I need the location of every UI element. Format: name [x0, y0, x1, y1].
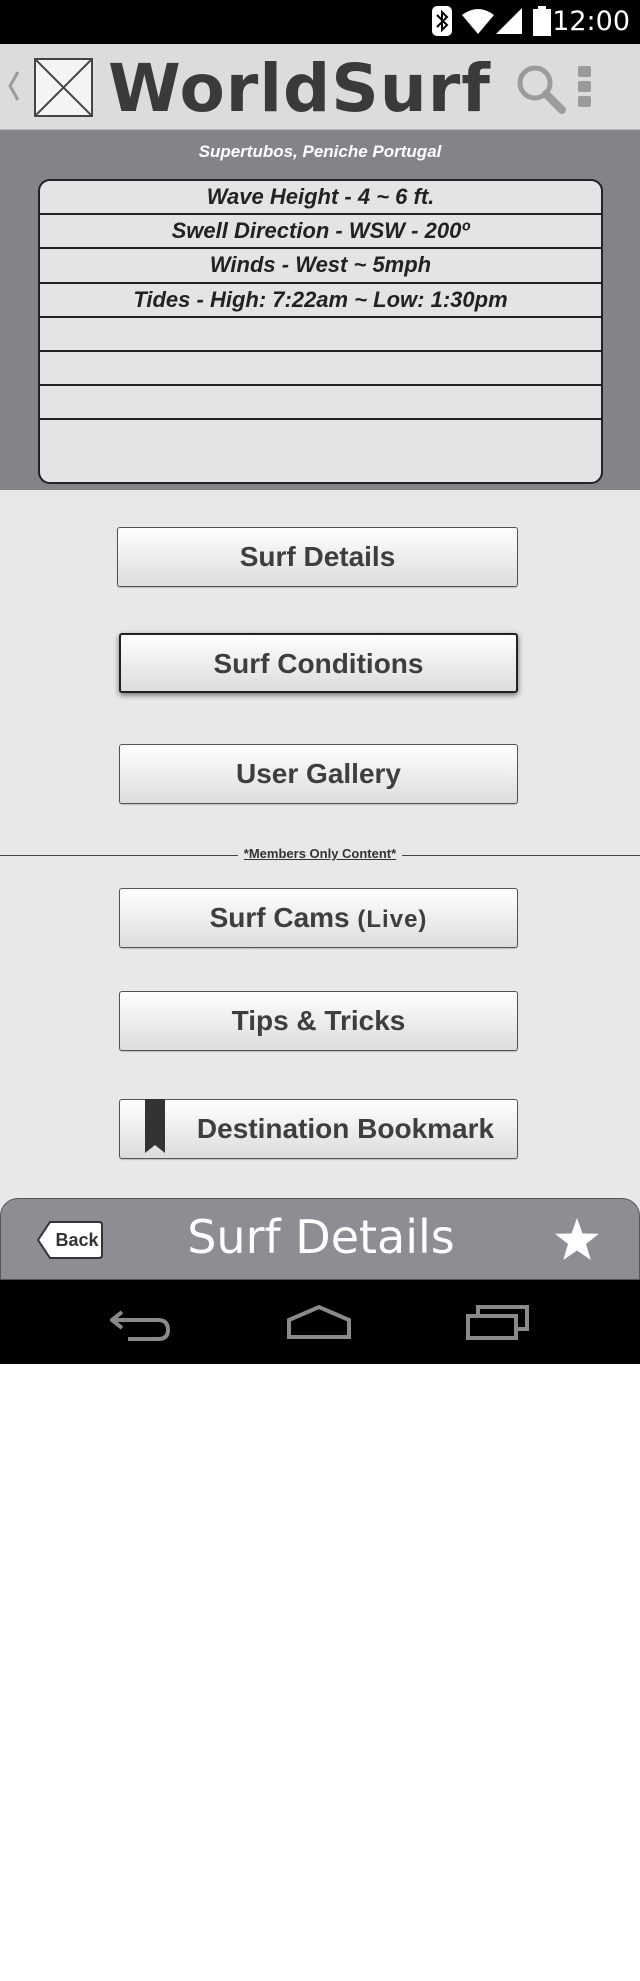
- conditions-row: Wave Height - 4 ~ 6 ft.: [40, 181, 601, 216]
- bluetooth-icon: [432, 6, 452, 41]
- conditions-row: [40, 352, 601, 387]
- conditions-row: Swell Direction - WSW - 200º: [40, 215, 601, 250]
- surf-cams-button[interactable]: Surf Cams (Live): [119, 888, 518, 948]
- action-bar: WorldSurf: [0, 44, 640, 130]
- star-icon[interactable]: [554, 1217, 600, 1266]
- conditions-row: [40, 420, 601, 454]
- image-placeholder-icon: [34, 58, 93, 117]
- conditions-row: [40, 318, 601, 352]
- conditions-table: Wave Height - 4 ~ 6 ft. Swell Direction …: [38, 179, 603, 484]
- live-tag: (Live): [357, 906, 428, 933]
- battery-icon: [532, 6, 552, 41]
- surf-conditions-label: Surf Conditions: [213, 648, 424, 679]
- user-gallery-button[interactable]: User Gallery: [119, 744, 518, 804]
- bottom-bar: Back Surf Details: [0, 1198, 640, 1280]
- wifi-icon: [460, 6, 496, 41]
- search-icon[interactable]: [514, 62, 568, 116]
- nav-home-icon[interactable]: [286, 1304, 352, 1345]
- navigation-bar: [0, 1280, 640, 1364]
- nav-recents-icon[interactable]: [466, 1304, 530, 1345]
- members-only-label: *Members Only Content*: [238, 845, 402, 863]
- conditions-panel: Supertubos, Peniche Portugal Wave Height…: [0, 130, 640, 490]
- bookmark-icon: [145, 1099, 165, 1175]
- app-title: WorldSurf: [108, 50, 491, 127]
- user-gallery-label: User Gallery: [236, 758, 401, 789]
- status-bar: 12:00: [0, 0, 640, 44]
- location-label: Supertubos, Peniche Portugal: [198, 142, 442, 161]
- back-chevron-icon[interactable]: [6, 70, 22, 107]
- nav-back-icon[interactable]: [108, 1308, 172, 1347]
- surf-conditions-button[interactable]: Surf Conditions: [119, 633, 518, 693]
- surf-details-button[interactable]: Surf Details: [117, 527, 518, 587]
- tips-tricks-label: Tips & Tricks: [231, 1005, 406, 1036]
- tips-tricks-button[interactable]: Tips & Tricks: [119, 991, 518, 1051]
- conditions-row: Tides - High: 7:22am ~ Low: 1:30pm: [40, 284, 601, 318]
- surf-details-label: Surf Details: [239, 541, 396, 572]
- bottom-title: Surf Details: [187, 1210, 455, 1264]
- overflow-menu-icon[interactable]: [578, 66, 594, 110]
- signal-icon: [494, 6, 524, 41]
- destination-bookmark-label: Destination Bookmark: [196, 1113, 495, 1144]
- members-divider: *Members Only Content*: [0, 845, 640, 865]
- destination-bookmark-button[interactable]: Destination Bookmark: [119, 1099, 518, 1159]
- conditions-row: [40, 386, 601, 421]
- status-time: 12:00: [552, 6, 630, 37]
- phone-screen: 12:00 WorldSurf Supertubos, Peniche Port…: [0, 0, 640, 1364]
- conditions-row: Winds - West ~ 5mph: [40, 249, 601, 284]
- surf-cams-label: Surf Cams: [209, 902, 350, 933]
